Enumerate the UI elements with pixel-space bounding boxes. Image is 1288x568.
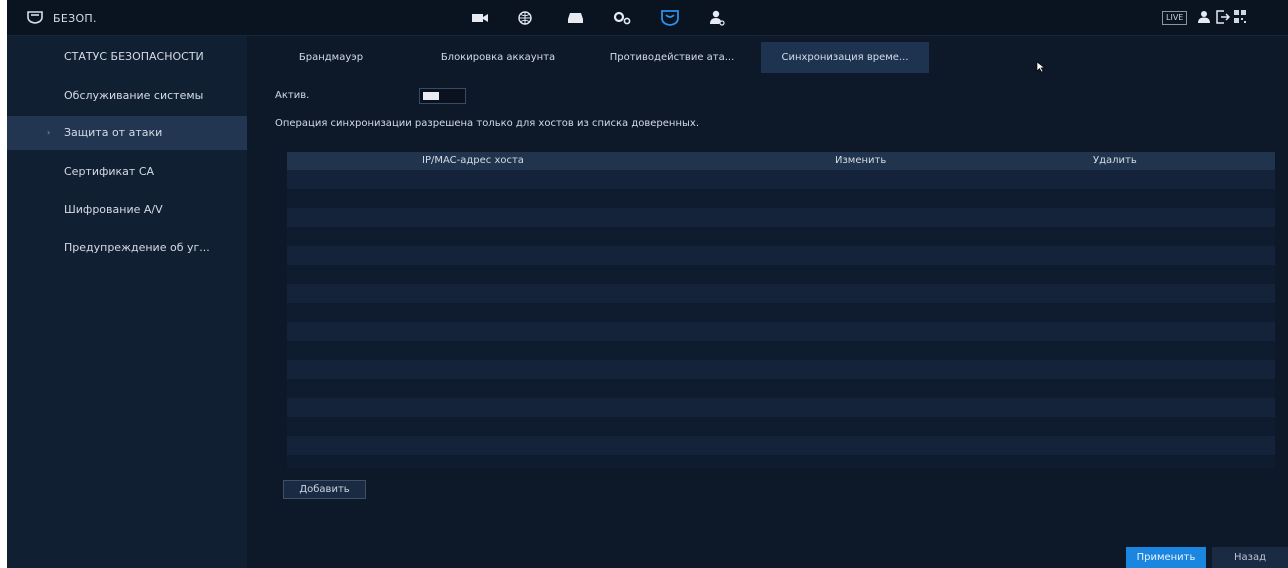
- table-row: [287, 455, 1275, 468]
- sidebar-item-label: Обслуживание системы: [64, 89, 204, 102]
- security-icon[interactable]: [657, 7, 683, 29]
- table-row: [287, 398, 1275, 417]
- table-row: [287, 189, 1275, 208]
- chevron-right-icon: ›: [47, 128, 51, 137]
- live-view-button[interactable]: LIVE: [1162, 11, 1188, 25]
- table-row: [287, 322, 1275, 341]
- sidebar-item-security-status[interactable]: СТАТУС БЕЗОПАСНОСТИ: [7, 40, 247, 74]
- page-title: БЕЗОП.: [53, 12, 97, 25]
- sidebar-item-label: Защита от атаки: [64, 126, 163, 139]
- network-icon[interactable]: [512, 7, 538, 29]
- camera-icon[interactable]: [467, 7, 493, 29]
- add-host-button[interactable]: Добавить: [283, 480, 366, 499]
- qr-code-icon[interactable]: [1234, 9, 1246, 28]
- back-button[interactable]: Назад: [1212, 547, 1288, 568]
- mouse-cursor-icon: [1036, 58, 1046, 77]
- sidebar-item-ca-certificate[interactable]: Сертификат СА: [7, 155, 247, 189]
- sidebar-item-av-encryption[interactable]: Шифрование A/V: [7, 193, 247, 227]
- table-row: [287, 265, 1275, 284]
- shield-icon: [27, 9, 43, 28]
- table-row: [287, 170, 1275, 189]
- sidebar-item-label: Сертификат СА: [64, 165, 155, 178]
- tab-anti-dos-attack[interactable]: Противодействие ата...: [583, 42, 761, 73]
- sidebar-item-label: СТАТУС БЕЗОПАСНОСТИ: [64, 50, 204, 63]
- table-row: [287, 246, 1275, 265]
- table-row: [287, 284, 1275, 303]
- trusted-hosts-table: IP/MAC-адрес хоста Изменить Удалить: [287, 152, 1275, 468]
- enable-label: Актив.: [275, 90, 310, 101]
- system-settings-icon[interactable]: [609, 7, 635, 29]
- tab-firewall[interactable]: Брандмауэр: [275, 42, 387, 73]
- user-icon[interactable]: [1197, 9, 1211, 28]
- table-row: [287, 360, 1275, 379]
- sidebar-item-label: Предупреждение об уг...: [64, 241, 210, 254]
- tab-account-lockout[interactable]: Блокировка аккаунта: [419, 42, 577, 73]
- column-header-edit: Изменить: [835, 155, 887, 166]
- tab-time-sync[interactable]: Синхронизация време...: [761, 42, 929, 73]
- table-row: [287, 227, 1275, 246]
- toggle-knob: [423, 92, 439, 100]
- apply-button[interactable]: Применить: [1126, 547, 1206, 568]
- account-icon[interactable]: [704, 7, 730, 29]
- table-row: [287, 208, 1275, 227]
- table-row: [287, 379, 1275, 398]
- main-content: Брандмауэр Блокировка аккаунта Противоде…: [247, 36, 1288, 568]
- top-bar: БЕЗОП. LIVE: [7, 0, 1288, 36]
- header-logo: БЕЗОП.: [27, 9, 97, 28]
- column-header-delete: Удалить: [1093, 155, 1137, 166]
- column-header-host-address: IP/MAC-адрес хоста: [422, 155, 524, 166]
- sidebar-item-security-warning[interactable]: Предупреждение об уг...: [7, 231, 247, 265]
- trusted-hosts-note: Операция синхронизации разрешена только …: [275, 118, 699, 129]
- logout-icon[interactable]: [1216, 9, 1231, 28]
- table-header: IP/MAC-адрес хоста Изменить Удалить: [287, 152, 1275, 170]
- storage-icon[interactable]: [562, 7, 588, 29]
- table-row: [287, 436, 1275, 455]
- table-row: [287, 417, 1275, 436]
- sidebar-item-attack-protection[interactable]: › Защита от атаки: [7, 116, 247, 150]
- sidebar: СТАТУС БЕЗОПАСНОСТИ Обслуживание системы…: [7, 36, 247, 568]
- table-row: [287, 341, 1275, 360]
- sidebar-item-label: Шифрование A/V: [64, 203, 163, 216]
- sidebar-item-system-service[interactable]: Обслуживание системы: [7, 79, 247, 113]
- app-window: БЕЗОП. LIVE СТАТУС БЕЗОПАСНОСТИ Обслужив…: [7, 0, 1288, 568]
- table-row: [287, 303, 1275, 322]
- enable-toggle[interactable]: [419, 88, 466, 104]
